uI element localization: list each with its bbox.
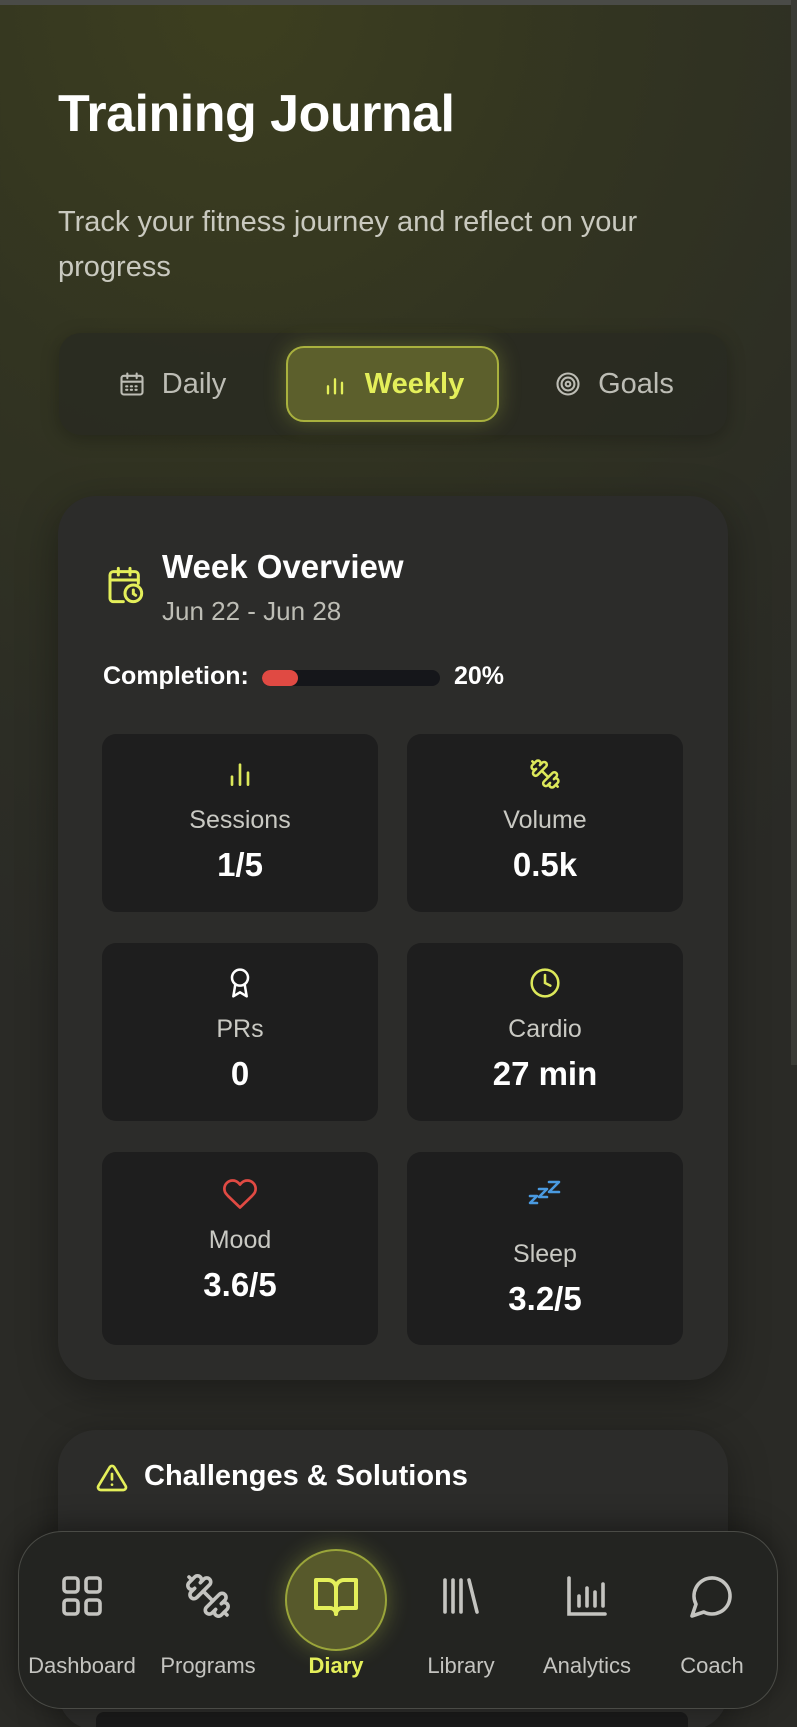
nav-item-coach[interactable]: Coach [649, 1572, 775, 1679]
grid-icon [62, 1576, 102, 1616]
content-strip [96, 1712, 688, 1727]
dumbbell-icon [530, 759, 560, 789]
warning-icon [96, 1464, 128, 1492]
dumbbell-icon [186, 1574, 230, 1618]
stat-value: 3.6/5 [203, 1266, 277, 1303]
bar-chart-icon [326, 378, 343, 395]
calendar-clock-icon [108, 566, 144, 604]
analytics-icon [567, 1576, 607, 1616]
tab-goals-label: Goals [598, 367, 674, 400]
week-overview-title: Week Overview [162, 548, 404, 585]
page-subtitle: Track your fitness journey and reflect o… [58, 206, 638, 283]
nav-label: Analytics [542, 1653, 632, 1678]
stat-label: Sessions [189, 806, 291, 834]
scrollbar-thumb[interactable] [791, 0, 797, 1065]
nav-label: Dashboard [28, 1653, 136, 1678]
stat-value: 27 min [492, 1055, 598, 1092]
week-overview-card: Week Overview Jun 22 - Jun 28 Completion… [58, 496, 728, 1380]
nav-item-analytics[interactable]: Analytics [524, 1572, 650, 1679]
heart-icon [223, 1179, 257, 1209]
stat-label: PRs [216, 1015, 264, 1043]
library-icon [443, 1578, 479, 1614]
stat-label: Cardio [508, 1015, 582, 1043]
calendar-icon [120, 372, 144, 396]
nav-item-library[interactable]: Library [398, 1572, 524, 1679]
target-icon [556, 372, 580, 396]
nav-item-dashboard[interactable]: Dashboard [19, 1572, 145, 1679]
stat-tile-cardio: Cardio 27 min [407, 943, 683, 1121]
stat-label: Volume [503, 806, 587, 834]
nav-item-diary[interactable]: Diary [273, 1572, 399, 1679]
zzz-icon [528, 1180, 561, 1205]
tab-weekly[interactable]: Weekly [286, 346, 499, 422]
tab-goals[interactable]: Goals [509, 346, 719, 422]
tab-daily[interactable]: Daily [67, 346, 277, 422]
challenges-title: Challenges & Solutions [144, 1460, 468, 1492]
stat-label: Mood [208, 1226, 272, 1254]
stat-value: 0.5k [512, 846, 578, 883]
stat-value: 1/5 [217, 846, 263, 883]
completion-progress-fill [262, 670, 298, 686]
page-scrollbar[interactable] [791, 0, 797, 1727]
nav-label: Programs [160, 1653, 256, 1678]
clock-icon [530, 968, 560, 998]
completion-percent: 20% [454, 662, 505, 690]
book-icon [314, 1578, 358, 1616]
completion-label: Completion: [103, 662, 249, 690]
nav-item-programs[interactable]: Programs [145, 1572, 271, 1679]
bar-chart-icon [230, 763, 250, 786]
stat-label: Sleep [513, 1240, 577, 1268]
completion-progress-bar [262, 670, 440, 686]
tab-weekly-label: Weekly [364, 367, 465, 400]
stat-tile-sleep: Sleep 3.2/5 [407, 1152, 683, 1345]
bottom-navigation: Dashboard Programs Diary Library Analyti… [18, 1531, 778, 1709]
stat-tile-volume: Volume 0.5k [407, 734, 683, 912]
tab-daily-label: Daily [161, 367, 227, 400]
chat-icon [690, 1576, 732, 1618]
page-title: Training Journal [58, 85, 455, 143]
view-tabs: Daily Weekly Goals [59, 333, 727, 435]
stat-tile-sessions: Sessions 1/5 [102, 734, 378, 912]
week-date-range: Jun 22 - Jun 28 [162, 596, 342, 626]
stat-tile-prs: PRs 0 [102, 943, 378, 1121]
nav-label: Diary [308, 1653, 364, 1678]
stat-tile-mood: Mood 3.6/5 [102, 1152, 378, 1345]
top-edge [0, 0, 797, 5]
stat-value: 3.2/5 [508, 1280, 582, 1317]
award-icon [230, 968, 250, 998]
nav-label: Coach [680, 1653, 744, 1678]
nav-label: Library [427, 1653, 495, 1678]
stat-value: 0 [230, 1055, 250, 1092]
